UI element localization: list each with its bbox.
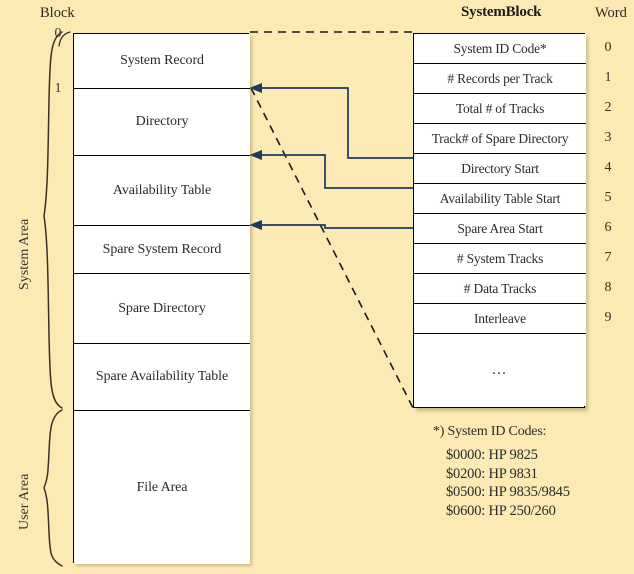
system-block-row-label: Spare Area Start [457,220,543,236]
user-area-brace [43,409,63,567]
word-number: 8 [604,280,612,295]
system-block-row[interactable]: Spare Area Start [414,214,586,244]
system-block-row-label: # System Tracks [456,250,544,266]
word-column-header: Word [595,5,627,21]
dashed-diagonal-connector [250,87,414,409]
word-number: 5 [604,190,612,205]
system-block-row[interactable]: Availability Table Start [414,184,586,214]
arrow-availability-start [257,154,413,189]
block-cell[interactable]: Availability Table [74,156,250,226]
word-number: 1 [604,70,612,85]
footnote-item: $0600: HP 250/260 [446,502,556,519]
system-block-row-label: # Records per Track [447,70,553,86]
system-block-title: SystemBlock [461,4,542,20]
footnote-item: $0200: HP 9831 [446,465,538,482]
system-block-table: System ID Code* # Records per Track Tota… [413,33,586,408]
system-block-row-label: System ID Code* [453,40,547,56]
block-column-header: Block [40,5,75,21]
block-number-0: 0 [54,26,62,41]
block-cell-label: Directory [135,114,189,129]
system-block-row[interactable]: # Records per Track [414,64,586,94]
block-cell-label: File Area [136,479,188,495]
storage-layout-diagram: Block SystemBlock Word System Area User … [0,0,634,574]
system-block-row-label: … [491,361,509,378]
block-cell[interactable]: Spare Directory [74,274,250,344]
arrow-directory-start [257,87,413,159]
system-block-row[interactable]: Track# of Spare Directory [414,124,586,154]
arrow-spare-area-start [257,224,413,229]
system-block-row-label: # Data Tracks [463,280,537,296]
arrowhead-spare-area-start [249,220,262,230]
system-block-row-label: Track# of Spare Directory [431,130,569,146]
system-block-row[interactable]: Total # of Tracks [414,94,586,124]
arrowhead-availability-start [249,150,262,160]
arrowhead-directory-start [249,83,262,93]
footnote-list: $0000: HP 9825 $0200: HP 9831 $0500: HP … [446,446,570,520]
system-block-row-label: Directory Start [461,160,539,176]
word-number: 7 [604,250,612,265]
system-block-row[interactable]: # Data Tracks [414,274,586,304]
block-cell[interactable]: Spare System Record [74,226,250,274]
system-block-row[interactable]: Interleave [414,304,586,334]
footnote: *) System ID Codes: $0000: HP 9825 $0200… [433,424,570,520]
block-cell[interactable]: Spare Availability Table [74,344,250,411]
word-number: 9 [604,310,612,325]
system-block-row-label: Interleave [474,310,526,326]
block-cell[interactable]: Directory [74,89,250,156]
system-block-row[interactable]: System ID Code* [414,34,586,64]
block-cell-label: System Record [120,53,204,68]
footnote-item: $0000: HP 9825 [446,447,538,463]
system-block-row[interactable]: Directory Start [414,154,586,184]
system-block-row-label: Availability Table Start [439,190,561,206]
disc-layout-column: System Record Directory Availability Tab… [73,33,250,564]
word-number: 6 [604,220,612,235]
word-number: 4 [604,160,612,175]
footnote-title: *) System ID Codes: [433,424,547,439]
block-number-1: 1 [54,81,62,96]
user-area-label: User Area [17,473,32,530]
block-cell[interactable]: File Area [74,411,250,564]
block-cell-label: Spare Availability Table [95,369,229,384]
system-area-label: System Area [17,218,32,290]
block-cell-label: Spare Directory [118,300,206,316]
system-block-row[interactable]: # System Tracks [414,244,586,274]
footnote-item: $0500: HP 9835/9845 [446,484,570,500]
word-number: 3 [604,130,612,145]
block-cell-label: Spare System Record [102,241,222,257]
system-block-row-label: Total # of Tracks [455,100,545,116]
block-cell[interactable]: System Record [74,34,250,89]
word-number: 2 [604,100,612,115]
word-number: 0 [604,40,612,55]
system-block-row-overflow: … [414,334,586,406]
block-cell-label: Availability Table [112,182,212,198]
